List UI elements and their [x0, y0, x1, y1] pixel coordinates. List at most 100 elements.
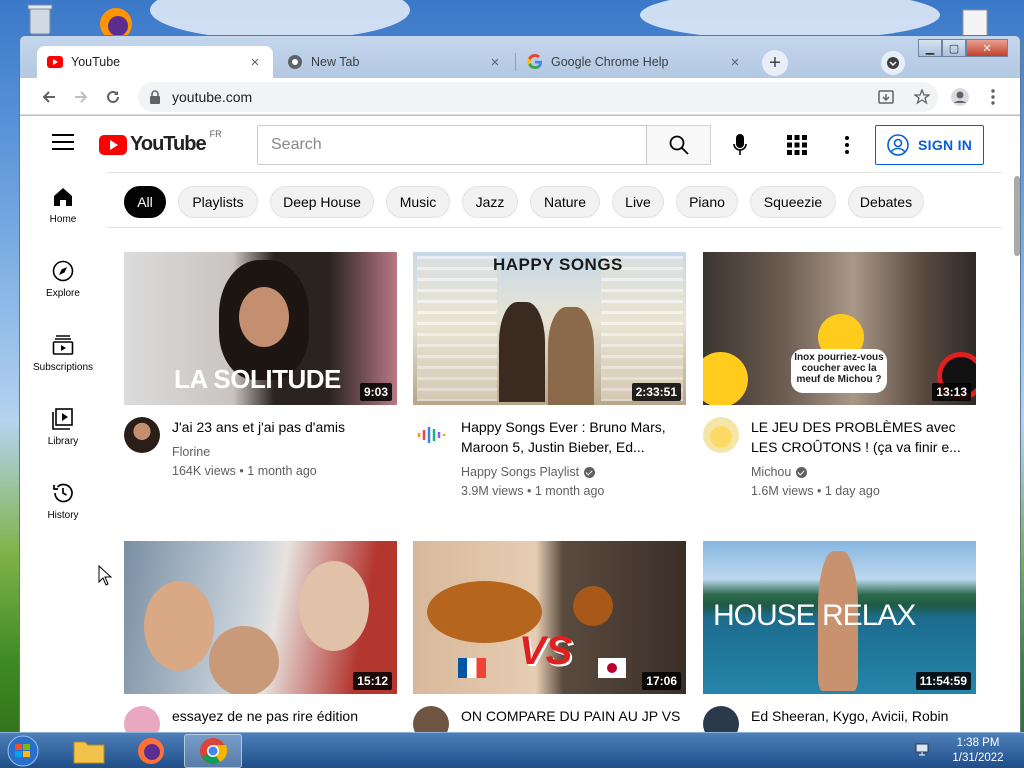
- youtube-logo[interactable]: YouTube FR: [99, 129, 222, 156]
- chip-squeezie[interactable]: Squeezie: [750, 186, 836, 218]
- apps-grid-icon[interactable]: [786, 134, 808, 156]
- sidebar-item-subscriptions[interactable]: Subscriptions: [20, 320, 106, 394]
- video-card[interactable]: Inox pourriez-vous coucher avec la meuf …: [703, 252, 979, 498]
- forward-button[interactable]: [68, 84, 94, 110]
- chevron-down-icon: [887, 57, 899, 69]
- thumbnail-face: [144, 581, 214, 671]
- chip-live[interactable]: Live: [612, 186, 664, 218]
- video-title[interactable]: J'ai 23 ans et j'ai pas d'amis: [172, 417, 400, 437]
- tab-new-tab[interactable]: New Tab ×: [277, 46, 513, 78]
- channel-name[interactable]: Florine: [172, 445, 210, 459]
- bookmark-star-icon[interactable]: [914, 89, 930, 105]
- maximize-button[interactable]: ▢: [942, 39, 966, 57]
- address-bar[interactable]: youtube.com: [138, 82, 938, 112]
- kebab-menu-icon: [991, 89, 995, 105]
- hamburger-menu-icon[interactable]: [52, 134, 74, 152]
- back-button[interactable]: [36, 84, 62, 110]
- channel-avatar[interactable]: [703, 417, 739, 453]
- channel-avatar[interactable]: [124, 706, 160, 734]
- tab-chrome-help[interactable]: Google Chrome Help ×: [517, 46, 753, 78]
- chip-nature[interactable]: Nature: [530, 186, 600, 218]
- scrollbar-thumb[interactable]: [1014, 176, 1020, 256]
- system-clock[interactable]: 1:38 PM 1/31/2022: [938, 736, 1018, 766]
- france-flag-icon: [458, 658, 486, 678]
- video-title[interactable]: LE JEU DES PROBLÈMES avec LES CROÛTONS !…: [751, 417, 979, 457]
- clock-date: 1/31/2022: [952, 752, 1004, 764]
- video-card[interactable]: 15:12 essayez de ne pas rire édition: [124, 541, 400, 734]
- video-thumbnail[interactable]: 15:12: [124, 541, 397, 694]
- tab-strip: YouTube × New Tab × Google Chrome Help ×…: [20, 36, 1020, 78]
- video-duration: 13:13: [932, 383, 971, 401]
- search-icon: [669, 135, 689, 155]
- search-input[interactable]: [257, 125, 647, 165]
- close-window-button[interactable]: ✕: [966, 39, 1008, 57]
- taskbar-firefox[interactable]: [122, 734, 180, 768]
- history-icon: [53, 483, 73, 503]
- video-thumbnail[interactable]: HOUSE RELAX 11:54:59: [703, 541, 976, 694]
- sign-in-label: SIGN IN: [918, 137, 973, 153]
- new-tab-button[interactable]: +: [762, 50, 788, 76]
- sidebar-item-explore[interactable]: Explore: [20, 246, 106, 320]
- pain-au-chocolat-right: [573, 586, 613, 626]
- chip-jazz[interactable]: Jazz: [462, 186, 518, 218]
- start-button[interactable]: [4, 734, 46, 768]
- install-app-icon[interactable]: [878, 89, 894, 105]
- channel-name[interactable]: Happy Songs Playlist: [461, 465, 596, 479]
- channel-name[interactable]: Michou: [751, 465, 808, 479]
- network-icon[interactable]: [914, 742, 930, 758]
- tab-title: YouTube: [71, 55, 121, 69]
- video-title[interactable]: Ed Sheeran, Kygo, Avicii, Robin: [751, 706, 979, 726]
- lock-icon[interactable]: [148, 90, 162, 104]
- thumbnail-caption: HOUSE RELAX: [713, 599, 916, 632]
- close-tab-icon[interactable]: ×: [247, 54, 263, 71]
- video-thumbnail[interactable]: LA SOLITUDE 9:03: [124, 252, 397, 405]
- video-duration: 2:33:51: [631, 383, 681, 401]
- microphone-icon: [733, 134, 747, 155]
- sidebar-item-history[interactable]: History: [20, 468, 106, 542]
- channel-name-text: Florine: [172, 445, 211, 459]
- arrow-left-icon: [42, 91, 55, 103]
- video-thumbnail[interactable]: VS 17:06: [413, 541, 686, 694]
- chip-playlists[interactable]: Playlists: [178, 186, 258, 218]
- chip-debates[interactable]: Debates: [848, 186, 924, 218]
- chip-deep-house[interactable]: Deep House: [270, 186, 374, 218]
- minimize-button[interactable]: ▁: [918, 39, 942, 57]
- sidebar-item-library[interactable]: Library: [20, 394, 106, 468]
- chrome-menu-button[interactable]: [980, 84, 1006, 110]
- mouse-cursor-icon: [98, 565, 112, 586]
- video-card[interactable]: VS 17:06 ON COMPARE DU PAIN AU JP VS: [413, 541, 689, 734]
- close-tab-icon[interactable]: ×: [727, 54, 743, 71]
- sign-in-button[interactable]: SIGN IN: [875, 125, 984, 165]
- channel-avatar[interactable]: [413, 706, 449, 734]
- japan-flag-icon: [598, 658, 626, 678]
- video-title[interactable]: Happy Songs Ever : Bruno Mars, Maroon 5,…: [461, 417, 689, 457]
- video-thumbnail[interactable]: HAPPY SONGS 2:33:51: [413, 252, 686, 405]
- chip-all[interactable]: All: [124, 186, 166, 218]
- voice-search-button[interactable]: [726, 131, 754, 159]
- tab-youtube[interactable]: YouTube ×: [37, 46, 273, 78]
- close-tab-icon[interactable]: ×: [487, 54, 503, 71]
- sidebar-item-label: Subscriptions: [32, 362, 94, 373]
- chip-piano[interactable]: Piano: [676, 186, 738, 218]
- video-title[interactable]: ON COMPARE DU PAIN AU JP VS: [461, 706, 689, 726]
- profile-button[interactable]: [947, 84, 973, 110]
- video-title[interactable]: essayez de ne pas rire édition: [172, 706, 400, 726]
- chip-music[interactable]: Music: [386, 186, 450, 218]
- sidebar-item-label: Explore: [46, 288, 80, 299]
- video-card[interactable]: HOUSE RELAX 11:54:59 Ed Sheeran, Kygo, A…: [703, 541, 979, 734]
- channel-avatar[interactable]: [124, 417, 160, 453]
- reload-button[interactable]: [100, 84, 126, 110]
- sidebar-item-home[interactable]: Home: [20, 172, 106, 246]
- video-card[interactable]: LA SOLITUDE 9:03 J'ai 23 ans et j'ai pas…: [124, 252, 397, 497]
- video-card[interactable]: HAPPY SONGS 2:33:51 Happy Songs Ever : B…: [413, 252, 689, 498]
- search-button[interactable]: [647, 125, 711, 165]
- taskbar-chrome[interactable]: [184, 734, 242, 768]
- speech-bubble: Inox pourriez-vous coucher avec la meuf …: [791, 349, 887, 393]
- tab-search-button[interactable]: [881, 51, 905, 75]
- taskbar-explorer[interactable]: [60, 734, 118, 768]
- channel-avatar[interactable]: [413, 417, 449, 453]
- video-thumbnail[interactable]: Inox pourriez-vous coucher avec la meuf …: [703, 252, 976, 405]
- thumbnail-caption: LA SOLITUDE: [174, 364, 341, 394]
- channel-avatar[interactable]: [703, 706, 739, 734]
- settings-kebab-icon[interactable]: [842, 134, 852, 156]
